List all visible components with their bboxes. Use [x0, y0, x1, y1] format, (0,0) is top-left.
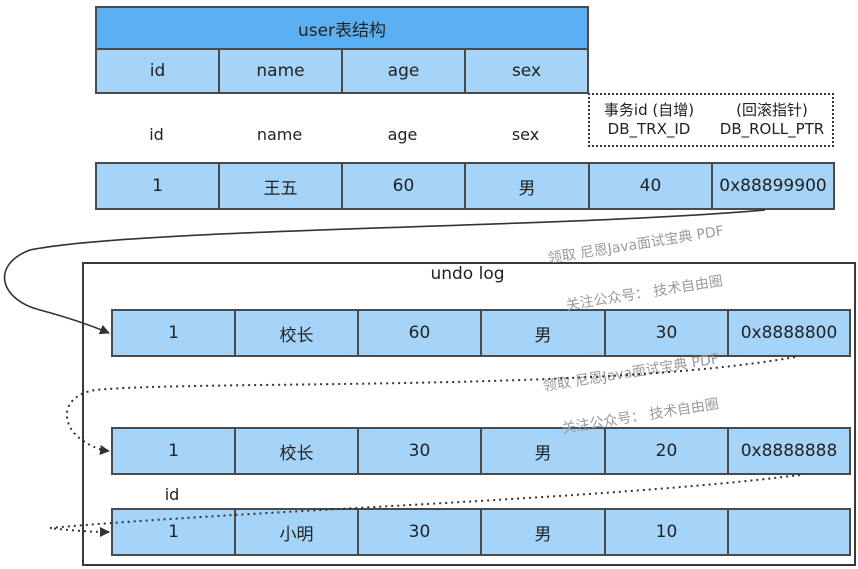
undo-row-1-trx-id-text: 30: [655, 323, 678, 343]
header-cell-name: name: [218, 48, 343, 94]
current-row-id-text: 1: [152, 176, 163, 196]
undo-row-2-name: 校长: [234, 427, 359, 475]
roll-ptr-label-line1: (回滚指针): [736, 101, 808, 119]
current-row-roll-ptr: 0x88899900: [711, 162, 835, 210]
trx-id-label-line2: DB_TRX_ID: [607, 120, 691, 138]
undo-row-2-trx-id: 20: [604, 427, 729, 475]
column-label-age: age: [387, 125, 418, 144]
current-row-sex-text: 男: [518, 178, 536, 199]
current-row-id: 1: [95, 162, 220, 210]
undo-row-3-sex-text: 男: [534, 524, 552, 545]
header-age-text: age: [387, 61, 420, 81]
column-label-sex: sex: [511, 125, 540, 144]
undo-row-1-sex: 男: [480, 309, 606, 357]
header-cell-age: age: [341, 48, 466, 94]
column-label-name: name: [256, 125, 303, 144]
undo-row-1-name-text: 校长: [279, 325, 314, 346]
undo-row-2-roll-ptr: 0x8888888: [727, 427, 851, 475]
undo-row-2-age: 30: [357, 427, 482, 475]
undo-row-3-id-text: 1: [168, 522, 179, 542]
undo-row-3-trx-id: 10: [604, 508, 729, 556]
undo-row-1-id: 1: [111, 309, 236, 357]
undo-row-3-name: 小明: [234, 508, 359, 556]
undo-row-3-sex: 男: [480, 508, 606, 556]
undo-row-3-age-text: 30: [408, 522, 431, 542]
watermark-line-1a: 领取 尼恩Java面试宝典 PDF: [546, 223, 725, 267]
undo-row-1-age: 60: [357, 309, 482, 357]
current-row-age-text: 60: [392, 176, 415, 196]
undo-row-3-trx-id-text: 10: [655, 522, 678, 542]
undo-log-title: undo log: [430, 264, 505, 284]
header-sex-text: sex: [511, 61, 542, 81]
undo-row-3-age: 30: [357, 508, 482, 556]
undo-row-2-roll-ptr-text: 0x8888888: [740, 441, 838, 461]
header-cell-sex: sex: [464, 48, 589, 94]
trx-id-label-line1: 事务id (自增): [603, 101, 695, 119]
undo-row-2-id: 1: [111, 427, 236, 475]
undo-row-2-sex: 男: [480, 427, 606, 475]
undo-row-1-age-text: 60: [408, 323, 431, 343]
table-title: user表结构: [95, 6, 589, 50]
undo-row-1-sex-text: 男: [534, 325, 552, 346]
undo-row-1-roll-ptr: 0x8888800: [727, 309, 851, 357]
header-id-text: id: [149, 61, 166, 81]
undo-row-1-name: 校长: [234, 309, 359, 357]
header-cell-id: id: [95, 48, 220, 94]
undo-row-2-trx-id-text: 20: [655, 441, 678, 461]
undo-row-3-name-text: 小明: [279, 524, 314, 545]
undo-row-3-id: 1: [111, 508, 236, 556]
column-label-id: id: [149, 125, 164, 144]
roll-ptr-label-line2: DB_ROLL_PTR: [719, 120, 825, 138]
undo-row-3-roll-ptr: [727, 508, 851, 556]
current-row-roll-ptr-text: 0x88899900: [719, 176, 827, 196]
current-row-name: 王五: [218, 162, 343, 210]
header-name-text: name: [256, 61, 305, 81]
undo-row-1-id-text: 1: [168, 323, 179, 343]
undo-row-2-id-text: 1: [168, 441, 179, 461]
undo-id-label: id: [164, 485, 180, 504]
current-row-trx-id-text: 40: [639, 176, 662, 196]
current-row-name-text: 王五: [263, 178, 298, 199]
undo-row-2-sex-text: 男: [534, 443, 552, 464]
current-row-trx-id: 40: [588, 162, 713, 210]
undo-row-1-roll-ptr-text: 0x8888800: [740, 323, 838, 343]
undo-row-2-name-text: 校长: [279, 443, 314, 464]
current-row-age: 60: [341, 162, 466, 210]
table-title-text: user表结构: [297, 20, 387, 41]
undo-row-2-age-text: 30: [408, 441, 431, 461]
current-row-sex: 男: [464, 162, 590, 210]
